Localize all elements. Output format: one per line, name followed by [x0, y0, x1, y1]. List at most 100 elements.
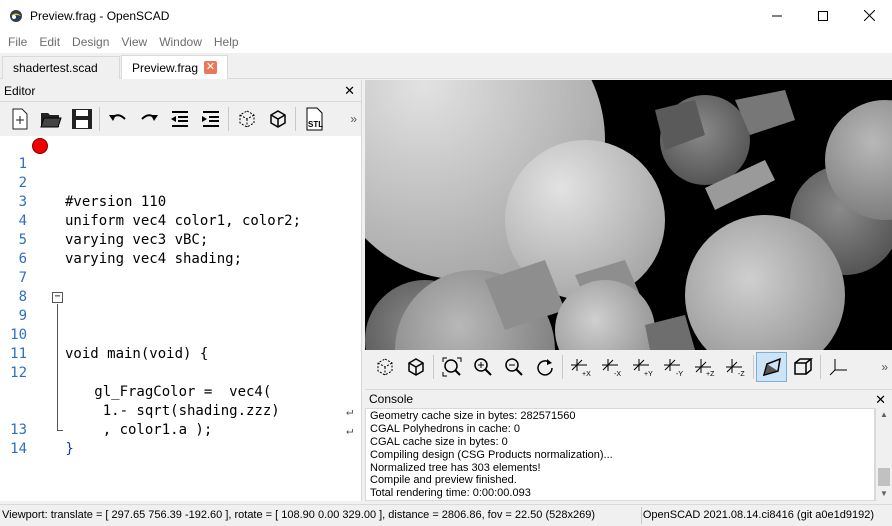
tab-shadertest[interactable]: shadertest.scad — [2, 56, 120, 79]
save-button[interactable] — [66, 104, 97, 134]
view-top-button[interactable]: +Z — [689, 352, 720, 382]
indent-icon — [201, 111, 219, 127]
title-bar: Preview.frag - OpenSCAD — [0, 0, 892, 31]
view-right-button[interactable]: +X — [565, 352, 596, 382]
menu-file[interactable]: File — [2, 35, 33, 49]
preview-button[interactable] — [231, 104, 262, 134]
view-bottom-button[interactable]: -Z — [720, 352, 751, 382]
preview-icon — [239, 110, 254, 128]
3d-viewport[interactable] — [365, 80, 892, 350]
toolbar-separator — [295, 107, 296, 131]
show-axes-button[interactable] — [823, 352, 854, 382]
scroll-up-icon[interactable]: ▲ — [876, 408, 892, 422]
zoom-out-button[interactable] — [498, 352, 529, 382]
console-close-icon[interactable]: ✕ — [875, 392, 886, 408]
menu-window[interactable]: Window — [153, 35, 208, 49]
console-title: Console — [369, 392, 414, 406]
code-line: 9 − void main(void) { — [0, 288, 361, 363]
console-line: CGAL Polyhedrons in cache: 0 — [370, 422, 521, 435]
maximize-button[interactable] — [800, 0, 846, 31]
editor-panel-header: Editor ✕ — [0, 80, 361, 102]
view-preview-button[interactable] — [369, 352, 400, 382]
zoom-in-button[interactable] — [467, 352, 498, 382]
view-left-button[interactable]: -X — [596, 352, 627, 382]
console-line: Total rendering time: 0:00:00.093 — [370, 487, 531, 500]
tab-label: Preview.frag — [132, 60, 199, 75]
view-top-icon: +Z — [694, 359, 715, 377]
code-line: 1 #version 110 — [0, 136, 361, 210]
undo-button[interactable] — [102, 104, 133, 134]
close-icon — [863, 10, 875, 21]
zoom-in-icon — [473, 358, 492, 376]
svg-text:-X: -X — [614, 371, 621, 377]
menu-view[interactable]: View — [115, 35, 153, 49]
perspective-icon — [762, 357, 781, 377]
new-file-button[interactable] — [4, 104, 35, 134]
console-output[interactable]: Geometry cache size in bytes: 282571560 … — [365, 408, 875, 501]
breakpoint-marker-icon[interactable] — [32, 138, 48, 154]
line-number: 14 — [10, 441, 27, 457]
openscad-logo-icon — [10, 9, 22, 22]
menu-design[interactable]: Design — [66, 35, 115, 49]
tab-bar: shadertest.scad Preview.frag ✕ — [0, 53, 892, 79]
minimize-button[interactable] — [754, 0, 800, 31]
code-editor[interactable]: 1 #version 110 2 3 uniform vec4 color1, … — [0, 136, 361, 501]
line-text: } — [57, 441, 74, 457]
render-button[interactable] — [262, 104, 293, 134]
export-stl-button[interactable]: STL — [298, 104, 329, 134]
fold-toggle-icon[interactable]: − — [52, 292, 63, 303]
view-render-button[interactable] — [400, 352, 431, 382]
view-right-icon: +X — [570, 359, 591, 377]
minimize-icon — [772, 15, 782, 16]
toolbar-separator — [433, 355, 434, 379]
console-line: Compile and preview finished. — [370, 474, 517, 487]
undo-icon — [108, 114, 126, 121]
menu-help[interactable]: Help — [208, 35, 245, 49]
view-back-button[interactable]: +Y — [627, 352, 658, 382]
maximize-icon — [818, 10, 828, 21]
view-all-button[interactable] — [436, 352, 467, 382]
view-toolbar: +X -X +Y -Y +Z -Z » — [365, 350, 892, 384]
redo-button[interactable] — [133, 104, 164, 134]
tab-preview-frag[interactable]: Preview.frag ✕ — [121, 55, 228, 79]
toolbar-separator — [562, 355, 563, 379]
console-panel-header: Console ✕ — [365, 389, 892, 408]
menu-edit[interactable]: Edit — [33, 35, 66, 49]
view-toolbar-more-button[interactable]: » — [881, 360, 888, 374]
save-icon — [71, 109, 92, 129]
unindent-button[interactable] — [164, 104, 195, 134]
perspective-button[interactable] — [756, 352, 787, 382]
console-line: Normalized tree has 303 elements! — [370, 461, 541, 474]
view-left-icon: -X — [601, 359, 621, 377]
console-line: Geometry cache size in bytes: 282571560 — [370, 410, 576, 422]
indent-button[interactable] — [195, 104, 226, 134]
open-file-button[interactable] — [35, 104, 66, 134]
tab-close-icon[interactable]: ✕ — [204, 61, 217, 74]
code-line: 3 uniform vec4 color1, color2; — [0, 174, 361, 229]
zoom-out-icon — [504, 358, 523, 376]
code-line: 7 — [0, 250, 361, 286]
scroll-thumb[interactable] — [878, 468, 890, 486]
console-scrollbar[interactable]: ▲ ▼ — [875, 408, 892, 501]
orthographic-button[interactable] — [787, 352, 818, 382]
editor-close-icon[interactable]: ✕ — [344, 83, 355, 99]
close-window-button[interactable] — [846, 0, 892, 31]
view-bottom-icon: -Z — [725, 359, 745, 377]
viewport-status: Viewport: translate = [ 297.65 756.39 -1… — [2, 509, 596, 521]
svg-text:-Y: -Y — [676, 371, 683, 377]
toolbar-more-button[interactable]: » — [350, 112, 357, 126]
scroll-down-icon[interactable]: ▼ — [876, 487, 892, 501]
preview-icon — [377, 358, 392, 376]
axes-icon — [829, 359, 847, 376]
svg-text:-Z: -Z — [738, 371, 745, 377]
svg-text:STL: STL — [308, 120, 323, 129]
view-front-button[interactable]: -Y — [658, 352, 689, 382]
svg-text:+Y: +Y — [644, 371, 653, 377]
code-line: 12 gl_FragColor = vec4( ↵ — [0, 345, 361, 418]
console-line: CGAL cache size in bytes: 0 — [370, 435, 508, 448]
version-status: OpenSCAD 2021.08.14.ci8416 (git a0e1d919… — [642, 509, 874, 521]
menu-bar: File Edit Design View Window Help — [0, 31, 892, 53]
toolbar-separator — [228, 107, 229, 131]
code-line: 2 — [0, 155, 361, 191]
reset-view-button[interactable] — [529, 352, 560, 382]
